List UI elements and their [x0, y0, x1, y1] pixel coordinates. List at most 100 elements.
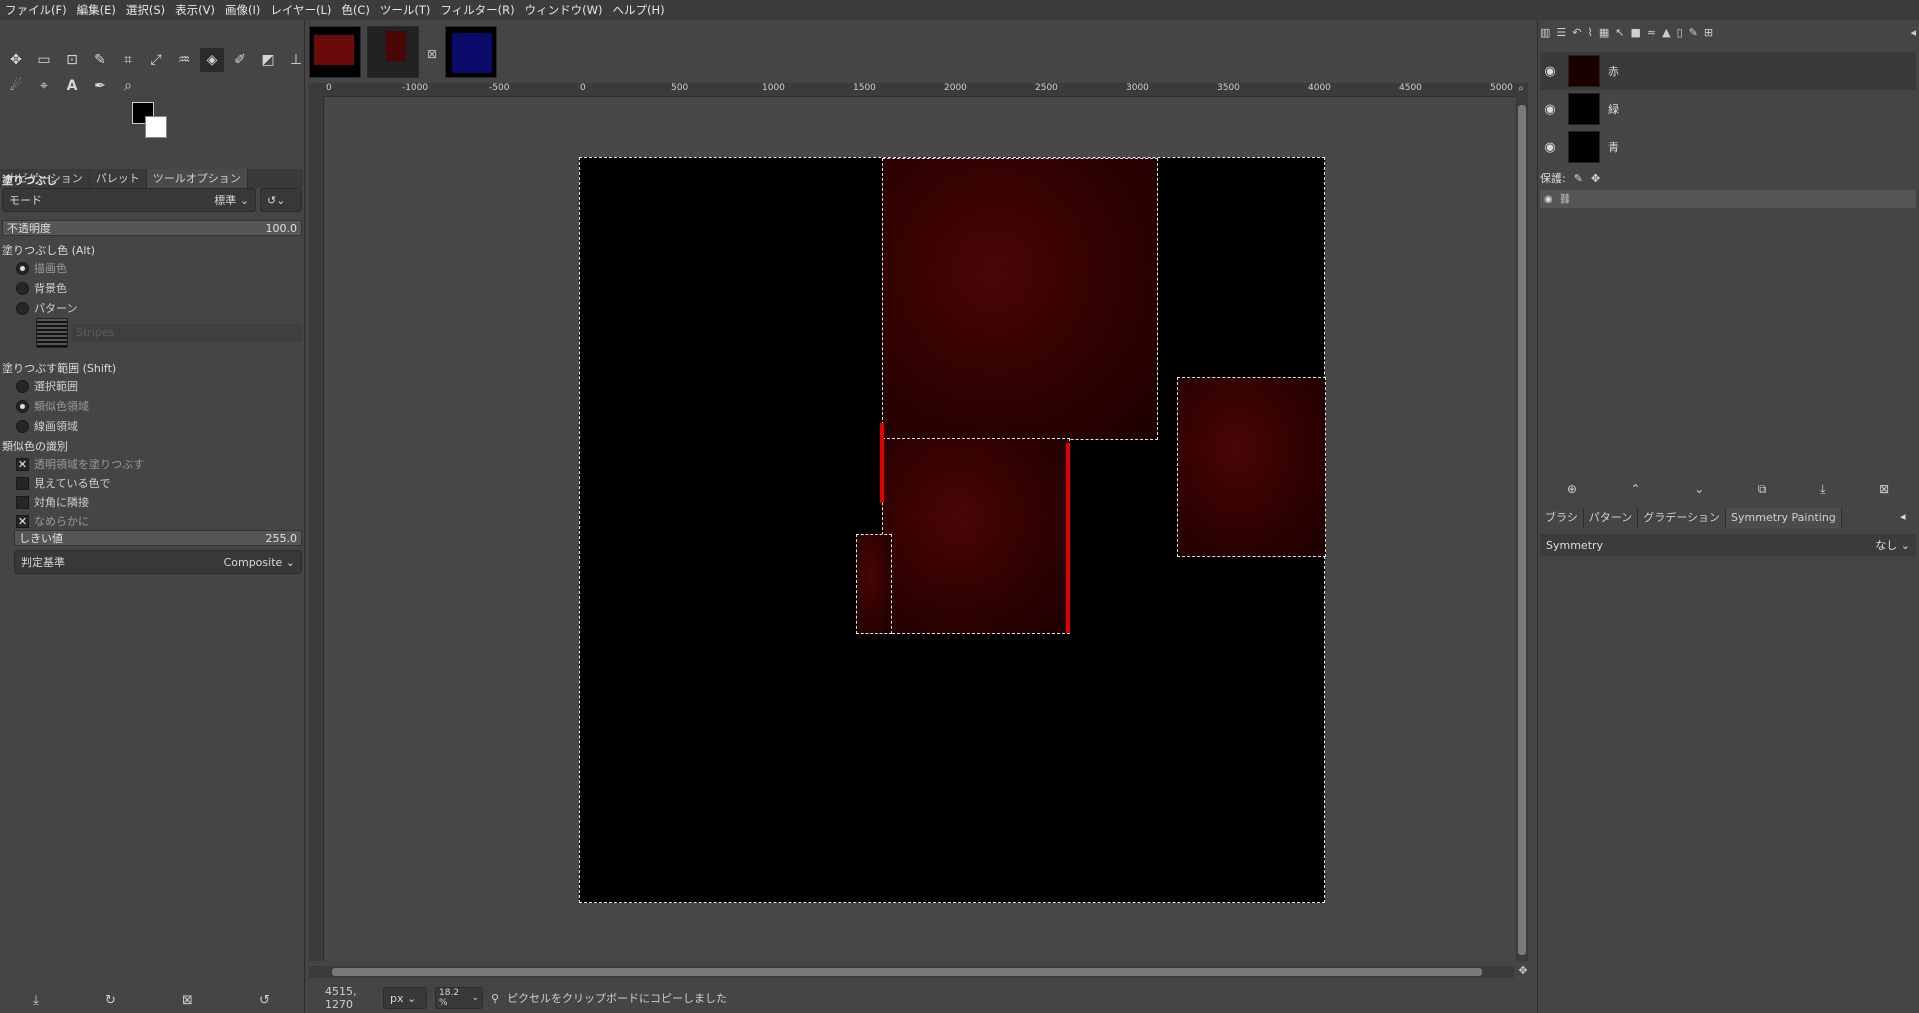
menu-help[interactable]: ヘルプ(H): [607, 2, 669, 18]
tab-tool-options[interactable]: ツールオプション: [146, 169, 248, 188]
menu-color[interactable]: 色(C): [336, 2, 375, 18]
layer-row[interactable]: ◉ 赤: [1540, 52, 1916, 90]
smudge-tool-icon[interactable]: ☄: [4, 74, 28, 98]
navigate-icon[interactable]: ✥: [1516, 964, 1530, 978]
warp-tool-icon[interactable]: ♒: [172, 48, 196, 72]
visibility-eye-icon[interactable]: ◉: [1540, 140, 1560, 155]
zoom-tool-icon[interactable]: ⌕: [116, 74, 140, 98]
symmetry-row[interactable]: Symmetry なし ⌄: [1540, 534, 1916, 556]
mode-reset-button[interactable]: ↺ ⌄: [260, 188, 302, 212]
paintbrush-tool-icon[interactable]: ✐: [228, 48, 252, 72]
dock-menu-icon[interactable]: ◂: [1910, 26, 1916, 42]
document-icon[interactable]: ▯: [1677, 26, 1683, 42]
close-image-icon[interactable]: ⊠: [425, 26, 439, 82]
channel-row[interactable]: ◉ ⛓: [1540, 190, 1916, 208]
zoom-combo[interactable]: 18.2 % ⌄: [435, 987, 483, 1009]
dock-menu-icon[interactable]: ◂: [1900, 510, 1906, 523]
path-tool-icon[interactable]: ⌖: [32, 74, 56, 98]
background-color[interactable]: [145, 116, 167, 138]
menu-tools[interactable]: ツール(T): [375, 2, 436, 18]
layer-row[interactable]: ◉ 青: [1540, 128, 1916, 166]
restore-options-icon[interactable]: ↻: [105, 993, 116, 1008]
menu-file[interactable]: ファイル(F): [0, 2, 72, 18]
ruler-corner-icon[interactable]: [309, 83, 324, 97]
delete-options-icon[interactable]: ⊠: [182, 993, 193, 1008]
criterion-combo[interactable]: 判定基準 Composite ⌄: [14, 550, 302, 574]
dynamics-icon[interactable]: ≈: [1647, 26, 1656, 42]
fill-fg-radio[interactable]: 描画色: [16, 260, 67, 276]
menu-filters[interactable]: フィルター(R): [435, 2, 519, 18]
crop-tool-icon[interactable]: ⌗: [116, 48, 140, 72]
unit-combo[interactable]: px ⌄: [383, 987, 427, 1009]
text-tool-icon[interactable]: A: [60, 74, 84, 98]
vertical-scrollbar[interactable]: [1516, 97, 1528, 961]
menu-windows[interactable]: ウィンドウ(W): [520, 2, 608, 18]
save-options-icon[interactable]: ⤓: [33, 993, 39, 1008]
visibility-eye-icon[interactable]: ◉: [1544, 194, 1553, 205]
fill-bg-radio[interactable]: 背景色: [16, 280, 67, 296]
visibility-eye-icon[interactable]: ◉: [1540, 102, 1560, 117]
fuzzy-select-tool-icon[interactable]: ⊡: [60, 48, 84, 72]
tab-brushes[interactable]: ブラシ: [1540, 508, 1584, 528]
delete-layer-icon[interactable]: ⊠: [1879, 482, 1889, 500]
duplicate-layer-icon[interactable]: ⧉: [1758, 482, 1767, 500]
undo-history-icon[interactable]: ↶: [1572, 26, 1581, 42]
menu-edit[interactable]: 編集(E): [72, 2, 121, 18]
image-thumb-active[interactable]: [367, 26, 419, 78]
range-selection-radio[interactable]: 選択範囲: [16, 378, 78, 394]
tab-symmetry-painting[interactable]: Symmetry Painting: [1726, 508, 1842, 528]
tab-palette[interactable]: パレット: [90, 169, 147, 188]
clone-tool-icon[interactable]: ⊥: [284, 48, 308, 72]
menu-view[interactable]: 表示(V): [170, 2, 220, 18]
pattern-selector[interactable]: Stripes: [36, 318, 302, 348]
lock-position-icon[interactable]: ✥: [1591, 172, 1600, 185]
antialias-check[interactable]: ✕ なめらかに: [16, 513, 89, 529]
color-picker-tool-icon[interactable]: ✒: [88, 74, 112, 98]
reset-options-icon[interactable]: ↺: [259, 993, 270, 1008]
fill-transparent-check[interactable]: ✕ 透明領域を塗りつぶす: [16, 456, 144, 472]
fg-bg-colors[interactable]: [132, 102, 172, 142]
paths-icon[interactable]: ⌇: [1588, 26, 1593, 42]
threshold-slider[interactable]: しきい値 255.0: [14, 530, 302, 546]
merge-layer-icon[interactable]: ⤓: [1820, 482, 1825, 500]
image-canvas[interactable]: [579, 157, 1326, 903]
fill-pattern-radio[interactable]: パターン: [16, 300, 77, 316]
color-icon[interactable]: ■: [1631, 26, 1641, 42]
layer-row[interactable]: ◉ 緑: [1540, 90, 1916, 128]
opacity-slider[interactable]: 不透明度 100.0: [2, 220, 302, 236]
sample-merged-check[interactable]: 見えている色で: [16, 475, 110, 491]
brush-icon[interactable]: ✎: [1689, 26, 1698, 42]
range-similar-radio[interactable]: 類似色領域: [16, 398, 89, 414]
bucket-fill-tool-icon[interactable]: ◈: [200, 48, 224, 72]
transform-tool-icon[interactable]: ⤢: [144, 48, 168, 72]
range-lineart-radio[interactable]: 線画領域: [16, 418, 78, 434]
lower-layer-icon[interactable]: ⌄: [1694, 482, 1704, 500]
vertical-scroll-thumb[interactable]: [1518, 105, 1526, 955]
move-tool-icon[interactable]: ✥: [4, 48, 28, 72]
visibility-eye-icon[interactable]: ◉: [1540, 64, 1560, 79]
pointer-icon[interactable]: ↖: [1615, 26, 1624, 42]
mode-combo[interactable]: モード 標準 ⌄: [2, 188, 256, 212]
histogram-icon[interactable]: ▲: [1662, 26, 1670, 42]
menu-select[interactable]: 選択(S): [121, 2, 170, 18]
image-thumb-red[interactable]: [309, 26, 361, 78]
raise-layer-icon[interactable]: ⌃: [1631, 482, 1641, 500]
quick-mask-icon[interactable]: [309, 966, 324, 978]
canvas-area[interactable]: [325, 98, 1513, 959]
layers-icon[interactable]: ☰: [1556, 26, 1566, 42]
pattern-preview[interactable]: [36, 318, 68, 348]
menu-layer[interactable]: レイヤー(L): [265, 2, 336, 18]
channels-icon[interactable]: ▦: [1599, 26, 1609, 42]
image-thumb-blue[interactable]: [445, 26, 497, 78]
tab-gradients[interactable]: グラデーション: [1638, 508, 1727, 528]
new-layer-icon[interactable]: ⊕: [1567, 482, 1577, 500]
tool-options-icon[interactable]: ▥: [1540, 26, 1550, 42]
paths-tool-icon[interactable]: ✎: [88, 48, 112, 72]
eraser-tool-icon[interactable]: ◩: [256, 48, 280, 72]
tab-patterns[interactable]: パターン: [1584, 508, 1639, 528]
horizontal-scroll-thumb[interactable]: [332, 968, 1482, 976]
diagonal-check[interactable]: 対角に隣接: [16, 494, 89, 510]
chain-icon[interactable]: ⛓: [1559, 194, 1572, 205]
horizontal-scrollbar[interactable]: [324, 966, 1514, 978]
rect-select-tool-icon[interactable]: ▭: [32, 48, 56, 72]
